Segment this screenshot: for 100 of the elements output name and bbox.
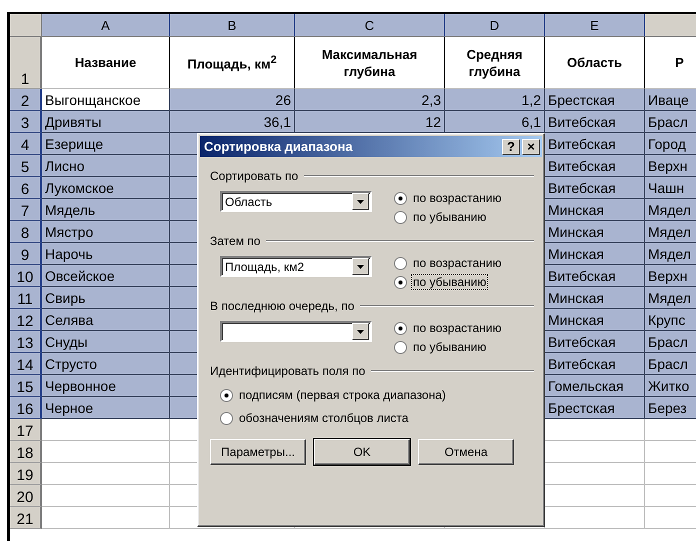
- table-cell: Брестская: [545, 89, 645, 111]
- table-cell: Езерище: [42, 133, 170, 155]
- row-header[interactable]: 6: [10, 177, 42, 199]
- row-header[interactable]: 14: [10, 353, 42, 375]
- row-header[interactable]: 5: [10, 155, 42, 177]
- row-header[interactable]: 9: [10, 243, 42, 265]
- row-header[interactable]: 18: [10, 441, 42, 463]
- sort-key-dropdown[interactable]: [220, 321, 372, 342]
- row-header[interactable]: 17: [10, 419, 42, 441]
- table-cell: Лукомское: [42, 177, 170, 199]
- table-cell: 2,3: [295, 89, 445, 111]
- table-cell: Витебская: [545, 353, 645, 375]
- table-cell: Снуды: [42, 331, 170, 353]
- group-label: Затем по: [210, 234, 260, 248]
- column-header[interactable]: B: [170, 14, 295, 37]
- dialog-button[interactable]: Отмена: [418, 439, 514, 465]
- select-all-corner[interactable]: [10, 14, 42, 37]
- table-cell: 6,1: [445, 111, 545, 133]
- radio-button[interactable]: [220, 412, 233, 424]
- column-header[interactable]: D: [445, 14, 545, 37]
- row-header[interactable]: 8: [10, 221, 42, 243]
- table-header-cell: Область: [545, 37, 645, 89]
- radio-label[interactable]: по возрастанию: [412, 256, 502, 270]
- table-cell: Мястро: [42, 221, 170, 243]
- radio-label[interactable]: по убыванию: [412, 340, 488, 354]
- table-cell: Минская: [545, 199, 645, 221]
- row-header[interactable]: 4: [10, 133, 42, 155]
- row-header[interactable]: 21: [10, 507, 42, 529]
- dialog-title: Сортировка диапазона: [204, 139, 353, 154]
- radio-label[interactable]: по убыванию: [412, 275, 488, 289]
- radio-label[interactable]: по возрастанию: [412, 321, 502, 335]
- radio-button[interactable]: [394, 340, 407, 354]
- table-header-cell: Максимальная глубина: [295, 37, 445, 89]
- row-header[interactable]: 10: [10, 265, 42, 287]
- table-cell: Мядел: [645, 199, 696, 221]
- table-cell: Свирь: [42, 287, 170, 309]
- column-header[interactable]: A: [42, 14, 170, 37]
- table-cell: Минская: [545, 243, 645, 265]
- sort-key-dropdown[interactable]: Площадь, км2: [220, 256, 372, 277]
- table-cell: Витебская: [545, 177, 645, 199]
- table-cell: Черное: [42, 397, 170, 419]
- group-label: Идентифицировать поля по: [210, 364, 366, 378]
- radio-button[interactable]: [394, 210, 407, 224]
- row-header[interactable]: 11: [10, 287, 42, 309]
- table-cell: Брестская: [545, 397, 645, 419]
- table-cell: Брасл: [645, 111, 696, 133]
- table-cell: 36,1: [170, 111, 295, 133]
- radio-label[interactable]: по убыванию: [412, 210, 488, 224]
- row-header[interactable]: 19: [10, 463, 42, 485]
- table-cell: Крупс: [645, 309, 696, 331]
- table-cell: Выгонщанское: [42, 89, 170, 111]
- row-header[interactable]: 15: [10, 375, 42, 397]
- radio-button[interactable]: [394, 256, 407, 270]
- table-cell: Овсейское: [42, 265, 170, 287]
- table-cell: Брасл: [645, 353, 696, 375]
- dialog-button[interactable]: Параметры...: [210, 439, 306, 465]
- column-header[interactable]: C: [295, 14, 445, 37]
- radio-label[interactable]: по возрастанию: [412, 191, 502, 205]
- sort-key-dropdown[interactable]: Область: [220, 191, 372, 212]
- help-button[interactable]: ?: [502, 138, 520, 154]
- column-header[interactable]: E: [545, 14, 645, 37]
- table-cell: Витебская: [545, 155, 645, 177]
- table-cell: 12: [295, 111, 445, 133]
- dropdown-arrow-icon: [357, 200, 364, 204]
- table-header-cell: Название: [42, 37, 170, 89]
- table-cell: Мядель: [42, 199, 170, 221]
- table-cell: Витебская: [545, 133, 645, 155]
- table-cell: Дривяты: [42, 111, 170, 133]
- table-cell: Мядел: [645, 243, 696, 265]
- row-header[interactable]: 3: [10, 111, 42, 133]
- row-header[interactable]: 12: [10, 309, 42, 331]
- table-cell: Витебская: [545, 331, 645, 353]
- radio-button[interactable]: [394, 322, 407, 334]
- dropdown-arrow-icon: [357, 264, 364, 268]
- row-header[interactable]: 2: [10, 89, 42, 111]
- table-cell: Мядел: [645, 221, 696, 243]
- row-header[interactable]: 13: [10, 331, 42, 353]
- table-cell: Берез: [645, 397, 696, 419]
- radio-label[interactable]: обозначениям столбцов листа: [238, 411, 410, 425]
- table-cell: Иваце: [645, 89, 696, 111]
- table-cell: Селява: [42, 309, 170, 331]
- column-header[interactable]: [645, 14, 696, 37]
- row-header[interactable]: 20: [10, 485, 42, 507]
- table-cell: Лисно: [42, 155, 170, 177]
- radio-label[interactable]: подписям (первая строка диапазона): [238, 388, 447, 402]
- dialog-button[interactable]: OK: [314, 439, 410, 465]
- table-cell: 1,2: [445, 89, 545, 111]
- table-cell: Верхн: [645, 155, 696, 177]
- row-header[interactable]: 1: [10, 37, 42, 89]
- group-label: В последнюю очередь, по: [210, 299, 354, 313]
- table-cell: Мядел: [645, 287, 696, 309]
- table-cell: Верхн: [645, 265, 696, 287]
- row-header[interactable]: 7: [10, 199, 42, 221]
- radio-button[interactable]: [220, 388, 233, 402]
- dropdown-arrow-icon: [357, 330, 364, 334]
- row-header[interactable]: 16: [10, 397, 42, 419]
- close-button[interactable]: ×: [522, 138, 540, 154]
- radio-button[interactable]: [394, 276, 407, 288]
- table-cell: Червонное: [42, 375, 170, 397]
- radio-button[interactable]: [394, 192, 407, 204]
